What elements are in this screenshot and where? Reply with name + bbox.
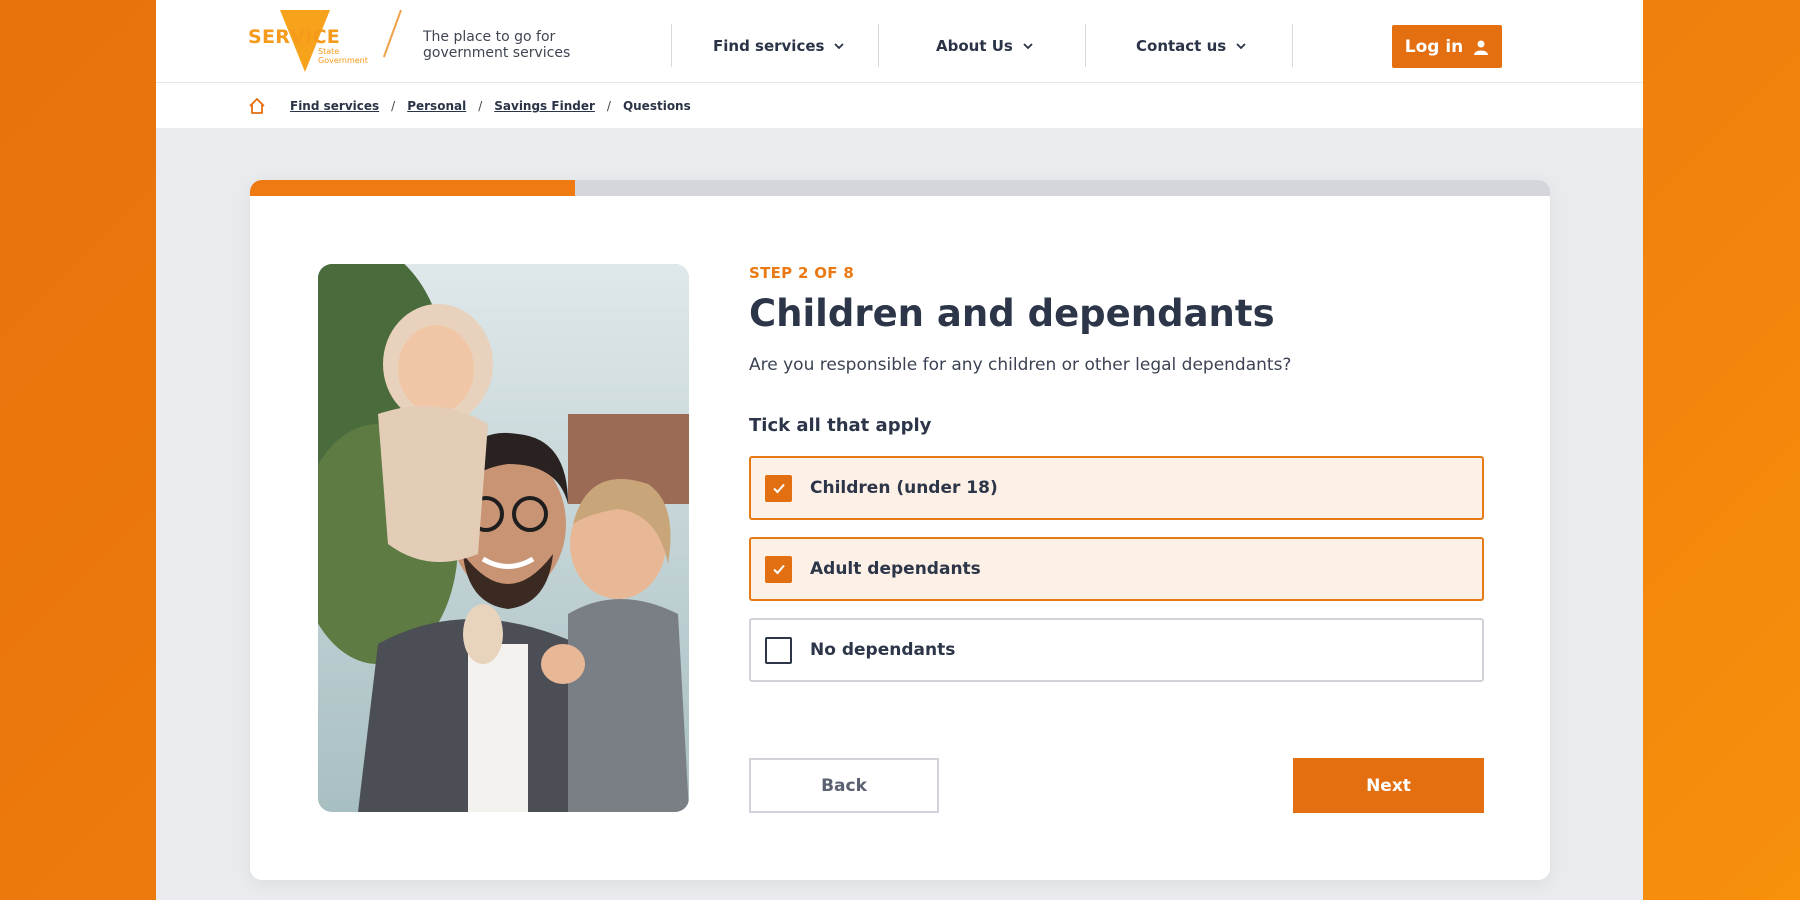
logo-wordmark: SERVICE (248, 26, 341, 48)
breadcrumb-savings-finder[interactable]: Savings Finder (494, 99, 595, 113)
page-title: Children and dependants (749, 292, 1275, 335)
nav-divider (1085, 24, 1086, 67)
progress-bar (250, 180, 1550, 196)
family-photo (318, 264, 689, 812)
user-icon (1474, 40, 1489, 55)
checkmark-icon (772, 483, 785, 494)
checkbox[interactable] (765, 474, 792, 502)
login-label: Log in (1404, 36, 1464, 57)
instruction-label: Tick all that apply (749, 415, 932, 436)
service-logo[interactable]: SERVICE State Government (248, 10, 398, 72)
nav-divider (671, 24, 672, 67)
nav-about-us[interactable]: About Us (936, 36, 1033, 56)
chevron-down-icon (834, 43, 845, 50)
logo-subtitle: State Government (318, 47, 368, 65)
checkmark-icon (772, 564, 785, 575)
home-icon[interactable] (248, 97, 266, 115)
breadcrumb-separator: / (391, 99, 396, 113)
options-group: Children (under 18) Adult dependants No … (749, 456, 1484, 686)
nav-find-services[interactable]: Find services (713, 36, 845, 56)
breadcrumb-current: Questions (622, 99, 691, 113)
option-adult-dependants[interactable]: Adult dependants (749, 537, 1484, 601)
chevron-down-icon (1023, 43, 1033, 50)
checkbox[interactable] (765, 636, 792, 664)
site-header: SERVICE State Government The place to go… (156, 0, 1643, 83)
option-no-dependants[interactable]: No dependants (749, 618, 1484, 682)
nav-contact-us[interactable]: Contact us (1136, 36, 1246, 56)
option-label: Children (under 18) (810, 478, 998, 498)
step-indicator: STEP 2 OF 8 (749, 264, 855, 282)
back-button[interactable]: Back (749, 758, 939, 813)
question-card: STEP 2 OF 8 Children and dependants Are … (250, 180, 1550, 880)
nav-label: Contact us (1136, 37, 1227, 55)
family-photo-illustration (318, 264, 689, 812)
nav-divider (1292, 24, 1293, 67)
option-label: Adult dependants (810, 559, 981, 579)
breadcrumb-personal[interactable]: Personal (407, 99, 466, 113)
nav-divider (878, 24, 879, 67)
login-button[interactable]: Log in (1392, 25, 1502, 68)
option-children-under-18[interactable]: Children (under 18) (749, 456, 1484, 520)
breadcrumb-find-services[interactable]: Find services (290, 99, 379, 113)
question-content: STEP 2 OF 8 Children and dependants Are … (749, 264, 1484, 436)
page-frame: SERVICE State Government The place to go… (156, 0, 1643, 900)
nav-label: Find services (713, 37, 825, 55)
breadcrumb-separator: / (606, 99, 611, 113)
chevron-down-icon (1236, 43, 1246, 50)
breadcrumb-separator: / (478, 99, 483, 113)
breadcrumb: Find services / Personal / Savings Finde… (156, 83, 1643, 128)
next-button[interactable]: Next (1293, 758, 1484, 813)
progress-bar-fill (250, 180, 575, 196)
site-tagline: The place to go for government services (423, 29, 571, 61)
nav-label: About Us (936, 37, 1013, 55)
checkbox[interactable] (765, 555, 792, 583)
question-text: Are you responsible for any children or … (749, 355, 1292, 375)
option-label: No dependants (810, 640, 956, 660)
